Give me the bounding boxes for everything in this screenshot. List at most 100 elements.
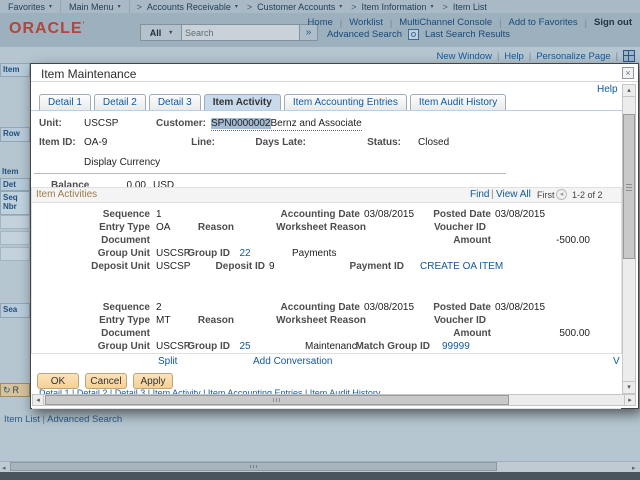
amount-value: -500.00: [490, 235, 590, 246]
status-label: Status:: [341, 137, 401, 148]
sequence-label: Sequence: [60, 302, 150, 313]
group-id-link[interactable]: 22: [235, 248, 255, 259]
sequence-value: 2: [156, 302, 162, 313]
deposit-unit-value: USCSP: [156, 261, 190, 272]
bottom-strip: [0, 472, 640, 480]
divider: [499, 18, 501, 28]
customer-label: Customer:: [146, 118, 206, 129]
activity-note: Payments: [292, 248, 336, 259]
vertical-scrollbar-thumb[interactable]: [623, 114, 635, 259]
breadcrumb-item-list[interactable]: Item List: [451, 0, 489, 13]
voucher-id-label: Voucher ID: [396, 315, 486, 326]
add-conversation-link[interactable]: Add Conversation: [253, 356, 333, 367]
bg-detail-tab-fragment: Det: [0, 178, 30, 191]
divider: [529, 51, 531, 61]
chevron-down-icon: [118, 3, 121, 10]
amount-label: Amount: [401, 328, 491, 339]
personalize-grid-icon[interactable]: [623, 50, 635, 62]
split-link[interactable]: Split: [158, 356, 177, 367]
tab-detail-2[interactable]: Detail 2: [94, 94, 146, 111]
bg-footer-links: Item List | Advanced Search: [4, 414, 122, 425]
home-link[interactable]: Home: [308, 17, 333, 28]
breadcrumb-accounts-receivable[interactable]: Accounts Receivable: [145, 0, 240, 13]
tab-detail-3[interactable]: Detail 3: [149, 94, 201, 111]
tab-item-accounting-entries[interactable]: Item Accounting Entries: [284, 94, 407, 111]
bg-refresh-button: R: [0, 383, 30, 397]
posted-date-value: 03/08/2015: [495, 302, 545, 313]
posted-date-label: Posted Date: [401, 209, 491, 220]
display-currency-link[interactable]: Display Currency: [84, 157, 160, 168]
tab-detail-1[interactable]: Detail 1: [39, 94, 91, 111]
status-value: Closed: [418, 137, 449, 148]
line-label: Line:: [161, 137, 215, 148]
advanced-search-link[interactable]: Advanced Search: [327, 29, 402, 40]
find-link[interactable]: Find: [470, 189, 489, 200]
add-to-favorites-link[interactable]: Add to Favorites: [508, 17, 577, 28]
screen: Favorites Main Menu Accounts Receivable …: [0, 0, 640, 480]
search-input[interactable]: [181, 24, 300, 41]
breadcrumb-favorites[interactable]: Favorites: [0, 0, 61, 13]
deposit-id-label: Deposit ID: [195, 261, 265, 272]
scroll-down-arrow[interactable]: ▾: [622, 381, 636, 394]
deposit-unit-label: Deposit Unit: [60, 261, 150, 272]
item-list-link: Item List: [4, 414, 40, 425]
accounting-date-label: Accounting Date: [270, 209, 360, 220]
tab-item-audit-history[interactable]: Item Audit History: [410, 94, 506, 111]
scroll-up-arrow[interactable]: ▴: [622, 84, 636, 97]
amount-value: 500.00: [490, 328, 590, 339]
horizontal-scrollbar-thumb[interactable]: [45, 395, 509, 405]
bg-item-fragment: Item: [2, 167, 18, 176]
modal-help-link[interactable]: Help: [597, 84, 618, 95]
group-id-link[interactable]: 25: [235, 341, 255, 352]
header-band: ORACLE' All Home Worklist MultiChannel C…: [0, 13, 640, 47]
payment-id-link[interactable]: CREATE OA ITEM: [420, 261, 503, 272]
page-scrollbar-thumb[interactable]: [10, 462, 497, 471]
worksheet-reason-label: Worksheet Reason: [271, 315, 366, 326]
customer-value[interactable]: SPN0000002Bernz and Associate: [211, 118, 362, 131]
match-group-id-link[interactable]: 99999: [442, 341, 470, 352]
cancel-button[interactable]: Cancel: [85, 373, 127, 389]
multichannel-console-link[interactable]: MultiChannel Console: [399, 17, 492, 28]
worklist-link[interactable]: Worklist: [349, 17, 383, 28]
item-id-label: Item ID:: [39, 137, 76, 148]
posted-date-label: Posted Date: [401, 302, 491, 313]
last-search-results-icon: [408, 29, 419, 40]
search-scope-dropdown[interactable]: All: [140, 24, 182, 41]
breadcrumb-separator: [443, 2, 448, 12]
bg-tab-fragment: Item: [0, 63, 30, 77]
divider: [34, 173, 506, 174]
worksheet-reason-label: Worksheet Reason: [271, 222, 366, 233]
apply-button[interactable]: Apply: [133, 373, 173, 389]
scroll-right-arrow[interactable]: ▸: [624, 394, 636, 406]
previous-page-icon[interactable]: [556, 189, 567, 200]
view-all-link[interactable]: View All: [496, 189, 531, 200]
accounting-date-label: Accounting Date: [270, 302, 360, 313]
item-activities-groupbox: Item Activities Find | View All First 1-…: [31, 187, 622, 354]
group-id-label: Group ID: [160, 341, 230, 352]
view-link-cutoff[interactable]: V: [613, 356, 620, 367]
breadcrumb-main-menu[interactable]: Main Menu: [61, 0, 130, 13]
deposit-id-value: 9: [269, 261, 275, 272]
chevron-down-icon: [235, 3, 238, 10]
advanced-search-footer-link: Advanced Search: [47, 414, 122, 425]
sequence-value: 1: [156, 209, 162, 220]
tab-item-activity[interactable]: Item Activity: [204, 94, 281, 111]
breadcrumb-separator: [247, 2, 252, 12]
unit-label: Unit:: [39, 118, 62, 129]
close-icon[interactable]: [622, 67, 634, 79]
sign-out-link[interactable]: Sign out: [594, 17, 632, 28]
refresh-icon: [3, 385, 11, 396]
header-nav: Home Worklist MultiChannel Console Add t…: [308, 17, 632, 28]
match-group-id-label: Match Group ID: [340, 341, 430, 352]
scroll-left-arrow[interactable]: ◂: [32, 394, 44, 406]
payment-id-label: Payment ID: [314, 261, 404, 272]
last-search-results-link[interactable]: Last Search Results: [425, 29, 510, 40]
customer-name: Bernz and Associate: [271, 118, 362, 129]
breadcrumb-customer-accounts[interactable]: Customer Accounts: [255, 0, 344, 13]
new-window-link[interactable]: New Window: [437, 51, 492, 62]
breadcrumb-item-information[interactable]: Item Information: [360, 0, 436, 13]
personalize-page-link[interactable]: Personalize Page: [536, 51, 610, 62]
unit-value: USCSP: [84, 118, 118, 129]
ok-button[interactable]: OK: [37, 373, 79, 389]
help-link[interactable]: Help: [504, 51, 524, 62]
